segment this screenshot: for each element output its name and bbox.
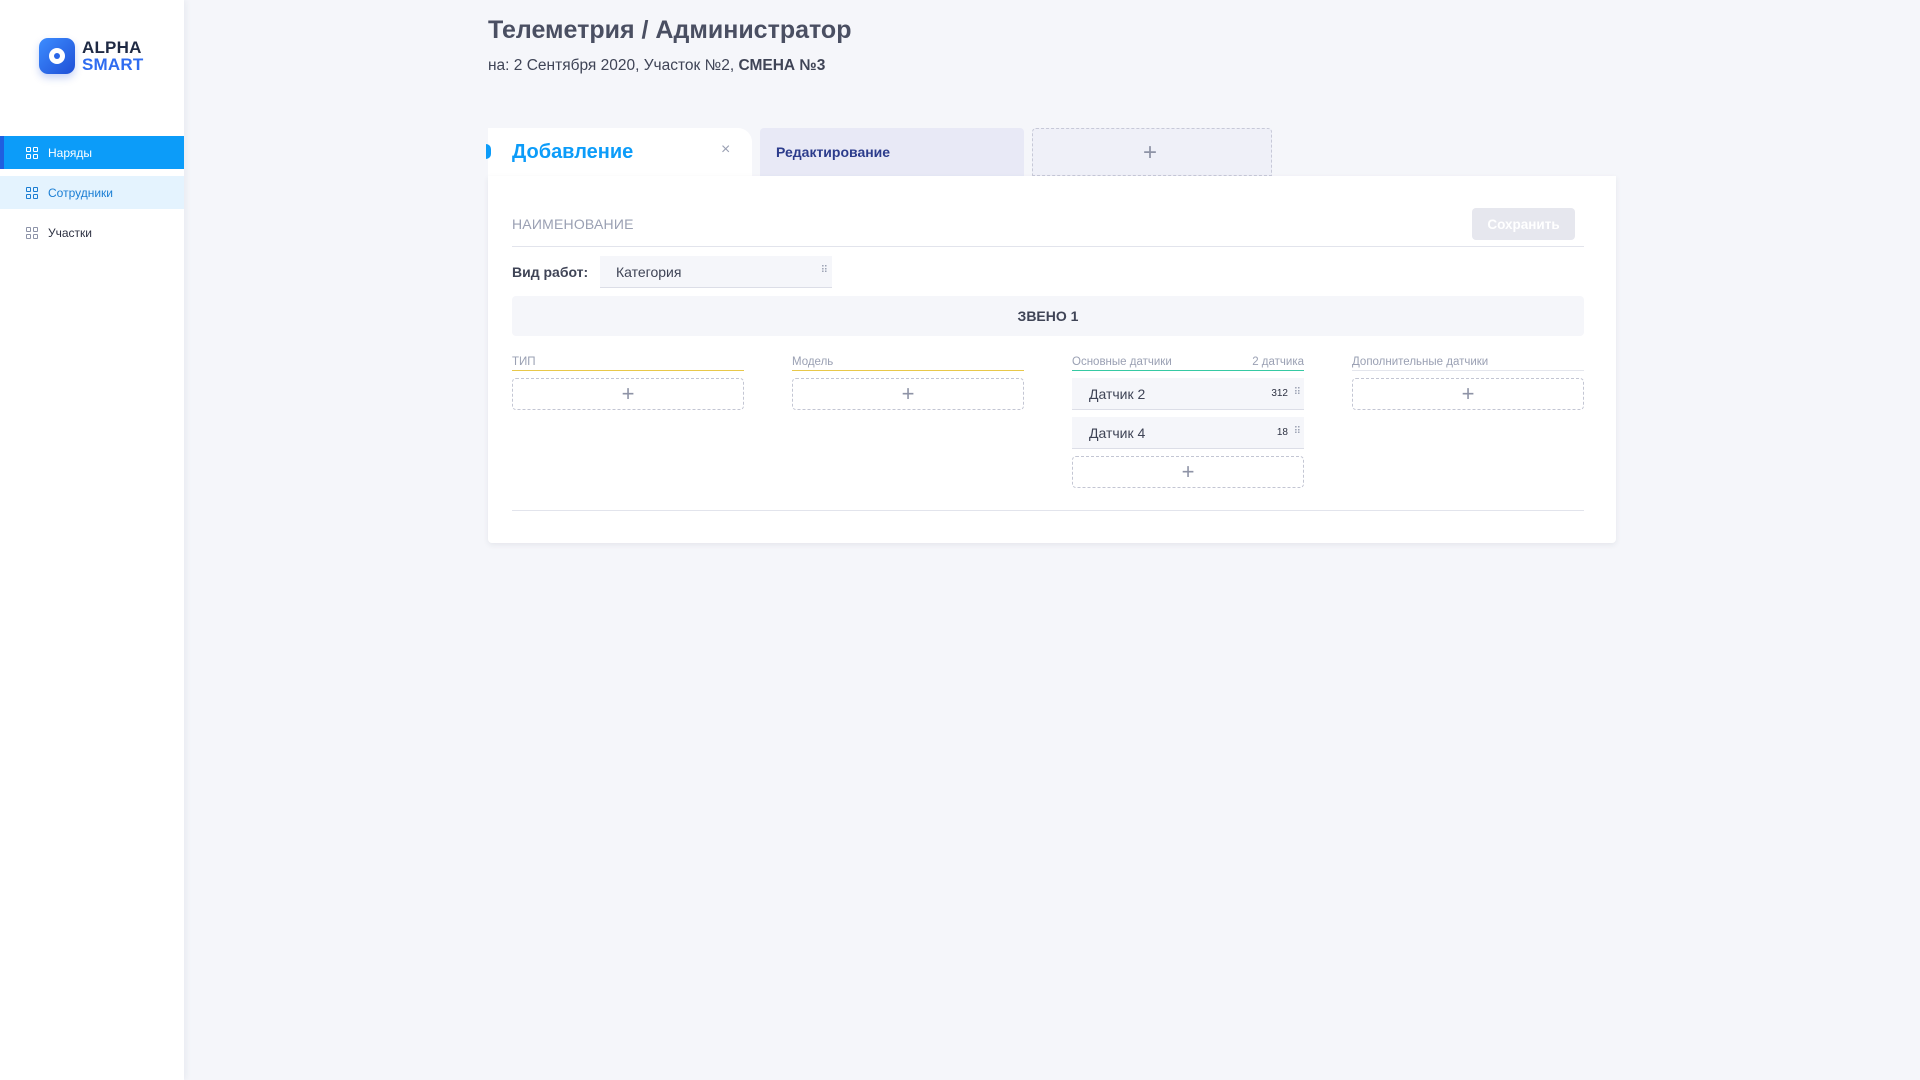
- sidebar-item-label: Наряды: [48, 145, 93, 160]
- plus-icon: +: [1143, 139, 1158, 166]
- drag-handle-icon[interactable]: ⠿: [1294, 426, 1301, 437]
- work-type-select[interactable]: Категория ⠿: [600, 256, 832, 288]
- tab-add-mode[interactable]: Добавление ×: [486, 128, 752, 176]
- plus-icon: +: [621, 381, 635, 406]
- plus-icon: +: [1181, 459, 1195, 484]
- column-header: Основные датчики 2 датчика: [1072, 356, 1304, 371]
- save-button[interactable]: Сохранить: [1472, 208, 1575, 240]
- sidebar-item-label: Сотрудники: [48, 185, 113, 200]
- column-header: Модель: [792, 356, 1024, 371]
- column-model: Модель +: [792, 356, 1024, 410]
- plus-icon: +: [1461, 381, 1475, 406]
- tab-label: Добавление: [512, 141, 634, 163]
- sidebar-nav: Наряды Сотрудники Участки: [0, 136, 184, 256]
- tab-label: Редактирование: [776, 144, 891, 160]
- drag-handle-icon[interactable]: ⠿: [1294, 387, 1301, 398]
- add-model-button[interactable]: +: [792, 378, 1024, 410]
- grid-icon: [26, 146, 38, 159]
- close-icon[interactable]: ×: [721, 141, 730, 159]
- column-main-sensors: Основные датчики 2 датчика Датчик 2 312 …: [1072, 356, 1304, 488]
- logo[interactable]: ALPHA SMART: [39, 38, 143, 74]
- sensor-value: 312: [1271, 388, 1288, 399]
- column-title: ТИП: [512, 356, 536, 368]
- sidebar-item-sites[interactable]: Участки: [0, 216, 184, 249]
- column-extra-sensors: Дополнительные датчики +: [1352, 356, 1584, 410]
- name-input[interactable]: НАИМЕНОВАНИЕ: [512, 216, 634, 232]
- tab-edit-mode[interactable]: Редактирование: [760, 128, 1024, 176]
- select-value: Категория: [616, 264, 682, 280]
- form-card: НАИМЕНОВАНИЕ Сохранить Вид работ: Катего…: [488, 176, 1616, 543]
- column-title: Дополнительные датчики: [1352, 356, 1489, 368]
- divider: [512, 510, 1584, 511]
- sidebar-item-employees[interactable]: Сотрудники: [0, 176, 184, 209]
- column-type: ТИП +: [512, 356, 744, 410]
- page-subtitle: на: 2 Сентября 2020, Участок №2, СМЕНА №…: [488, 57, 825, 75]
- sidebar-item-label: Участки: [48, 225, 92, 240]
- column-header: Дополнительные датчики: [1352, 356, 1584, 371]
- sidebar: ALPHA SMART Наряды Сотрудники Участки: [0, 0, 184, 1080]
- shift-label: СМЕНА №3: [738, 57, 826, 74]
- subtitle-info: на: 2 Сентября 2020, Участок №2,: [488, 57, 739, 74]
- add-extra-sensor-button[interactable]: +: [1352, 378, 1584, 410]
- group-header: ЗВЕНО 1: [512, 296, 1584, 336]
- work-type-label: Вид работ:: [512, 264, 589, 280]
- logo-text: ALPHA SMART: [82, 39, 143, 73]
- grid-icon: [26, 226, 38, 239]
- plus-icon: +: [901, 381, 915, 406]
- active-tab-marker: [486, 144, 491, 159]
- sensor-value: 18: [1276, 427, 1288, 438]
- logo-line1: ALPHA: [82, 38, 142, 57]
- add-tab-button[interactable]: +: [1032, 128, 1272, 176]
- column-title: Основные датчики: [1072, 356, 1172, 368]
- divider: [512, 246, 1584, 247]
- add-type-button[interactable]: +: [512, 378, 744, 410]
- sensor-count: 2 датчика: [1252, 356, 1304, 368]
- column-title: Модель: [792, 356, 834, 368]
- grid-icon: [26, 186, 38, 199]
- logo-icon: [39, 38, 75, 74]
- logo-line2: SMART: [82, 55, 144, 74]
- column-header: ТИП: [512, 356, 744, 371]
- sensor-name: Датчик 2: [1089, 386, 1146, 402]
- sidebar-item-orders[interactable]: Наряды: [0, 136, 184, 169]
- add-sensor-button[interactable]: +: [1072, 456, 1304, 488]
- sensor-item[interactable]: Датчик 2 312 ⠿: [1072, 378, 1304, 410]
- page-title: Телеметрия / Администратор: [488, 16, 852, 44]
- sensor-item[interactable]: Датчик 4 18 ⠿: [1072, 417, 1304, 449]
- sensor-name: Датчик 4: [1089, 425, 1146, 441]
- drag-handle-icon: ⠿: [820, 265, 828, 276]
